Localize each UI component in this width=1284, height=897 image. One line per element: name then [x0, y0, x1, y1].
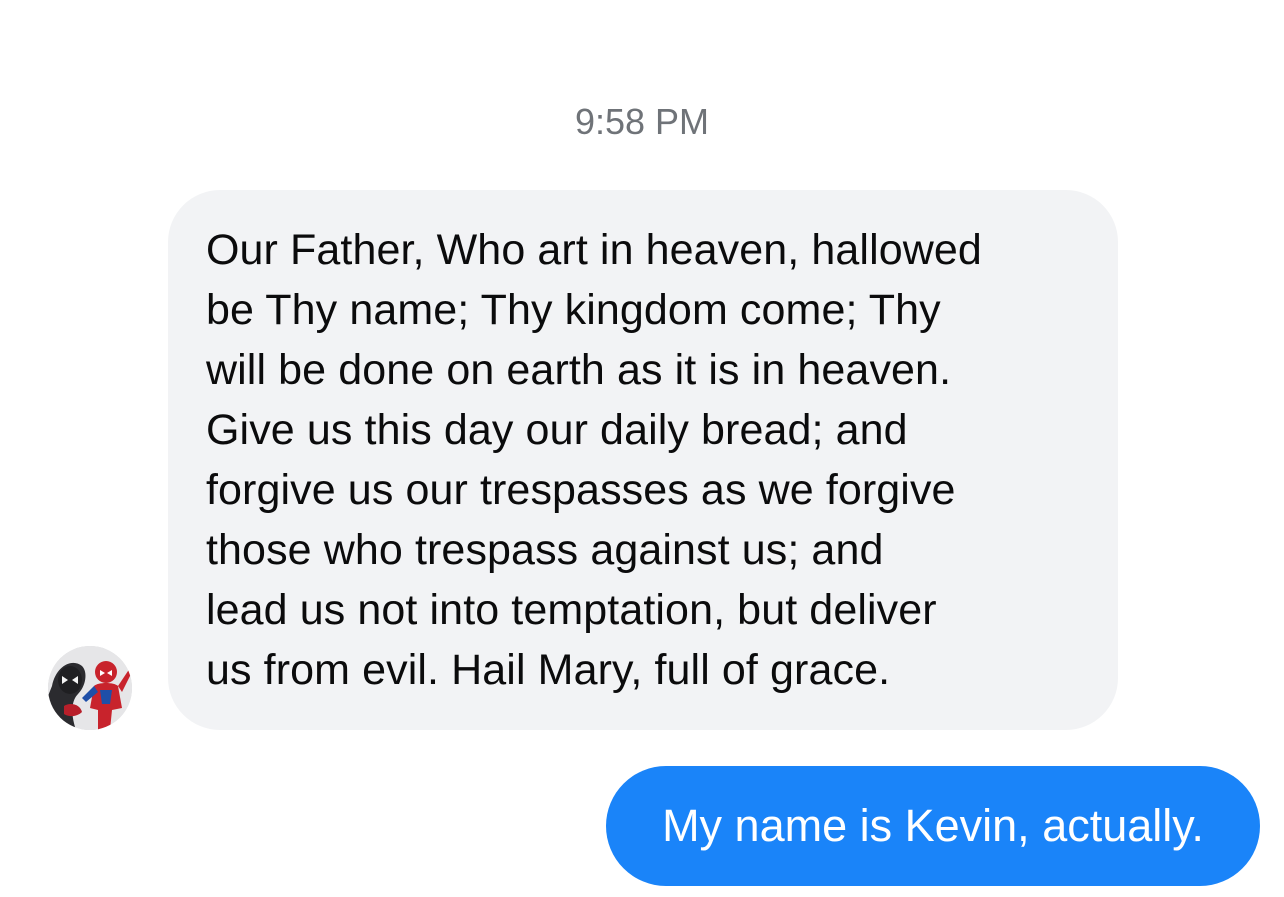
sender-avatar[interactable]: [48, 646, 132, 730]
incoming-message-bubble[interactable]: Our Father, Who art in heaven, hallowed …: [168, 190, 1118, 730]
spider-man-avatar-icon: [48, 646, 132, 730]
message-line: Give us this day our daily bread; and: [206, 406, 908, 454]
outgoing-message-bubble[interactable]: My name is Kevin, actually.: [606, 766, 1260, 886]
message-line: Our Father, Who art in heaven, hallowed: [206, 226, 982, 274]
message-line: us from evil. Hail Mary, full of grace.: [206, 646, 891, 694]
incoming-message-row: Our Father, Who art in heaven, hallowed …: [0, 190, 1284, 730]
message-line: be Thy name; Thy kingdom come; Thy: [206, 286, 941, 334]
message-line: forgive us our trespasses as we forgive: [206, 466, 956, 514]
message-line: will be done on earth as it is in heaven…: [206, 346, 952, 394]
message-line: lead us not into temptation, but deliver: [206, 586, 937, 634]
message-timestamp: 9:58 PM: [574, 101, 710, 142]
message-line: those who trespass against us; and: [206, 526, 884, 574]
